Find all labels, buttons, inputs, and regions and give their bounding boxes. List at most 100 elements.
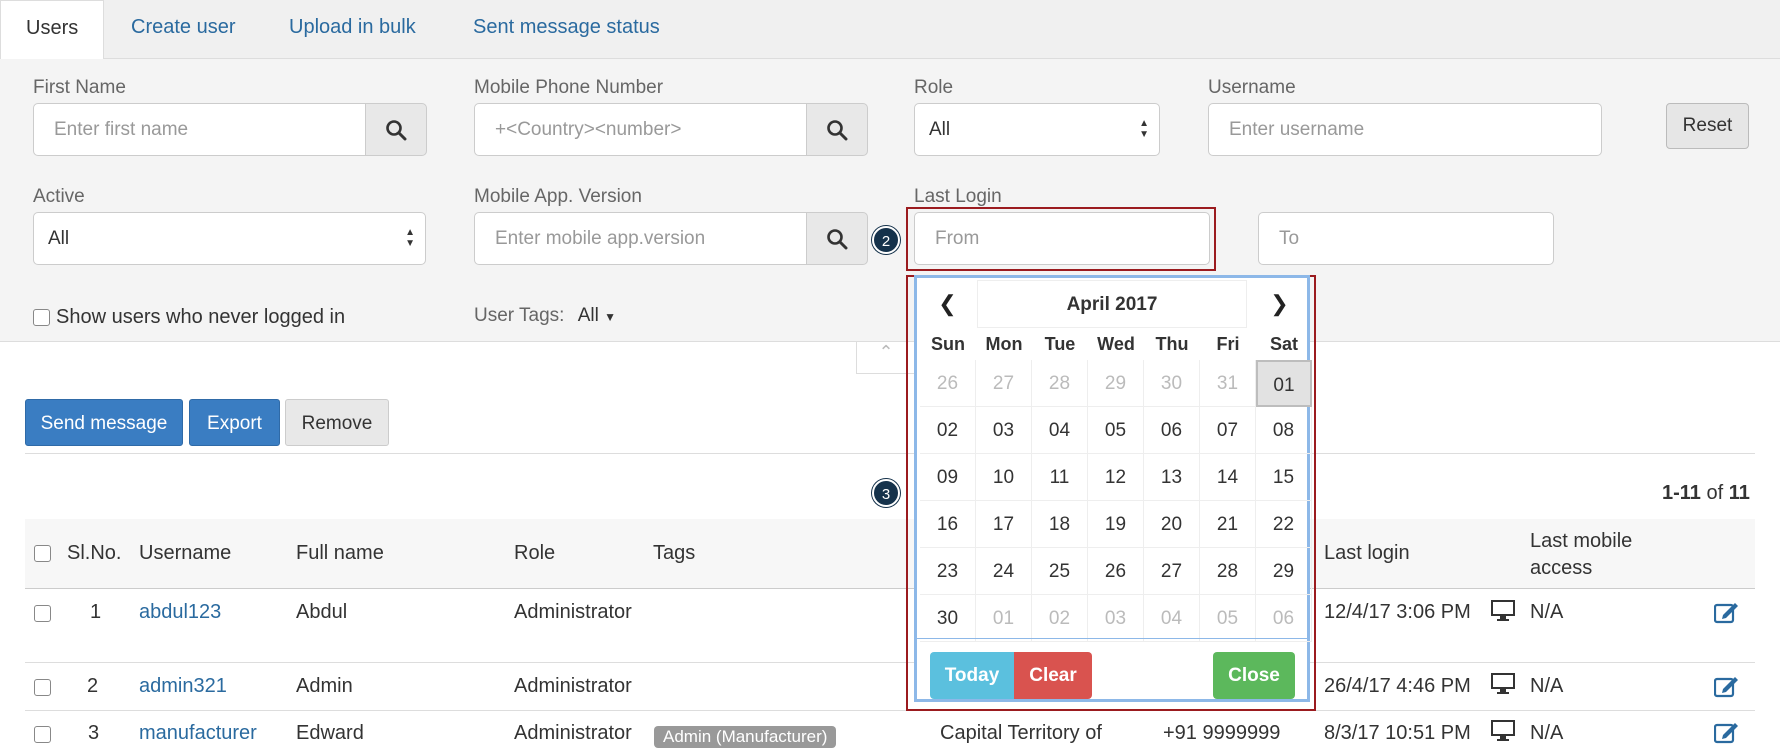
day-cell[interactable]: 24 <box>976 548 1032 595</box>
day-cell[interactable]: 29 <box>1256 548 1312 595</box>
mobile-phone-input[interactable]: +<Country><number> <box>474 103 808 156</box>
day-cell[interactable]: 21 <box>1200 501 1256 548</box>
header-last-mobile-line1: Last mobile <box>1530 530 1633 552</box>
week-row: 30 01 02 03 04 05 06 <box>920 595 1312 642</box>
day-cell[interactable]: 18 <box>1032 501 1088 548</box>
day-of-week-row: Sun Mon Tue Wed Thu Fri Sat <box>920 334 1312 355</box>
day-cell[interactable]: 28 <box>1200 548 1256 595</box>
day-cell[interactable]: 01 <box>976 595 1032 642</box>
week-row: 02 03 04 05 06 07 08 <box>920 407 1312 454</box>
day-cell-selected[interactable]: 01 <box>1256 360 1312 407</box>
day-cell[interactable]: 25 <box>1032 548 1088 595</box>
month-title[interactable]: April 2017 <box>977 280 1247 328</box>
day-cell[interactable]: 02 <box>920 407 976 454</box>
day-cell[interactable]: 26 <box>1088 548 1144 595</box>
day-cell[interactable]: 31 <box>1200 360 1256 407</box>
reset-button[interactable]: Reset <box>1666 103 1749 149</box>
day-cell[interactable]: 27 <box>976 360 1032 407</box>
role-select[interactable]: All ▲ ▼ <box>914 103 1160 156</box>
send-message-button[interactable]: Send message <box>25 399 183 446</box>
day-cell[interactable]: 27 <box>1144 548 1200 595</box>
day-cell[interactable]: 13 <box>1144 454 1200 501</box>
header-role[interactable]: Role <box>514 542 555 565</box>
day-cell[interactable]: 02 <box>1032 595 1088 642</box>
prev-month-button[interactable]: ❮ <box>920 280 975 328</box>
day-cell[interactable]: 10 <box>976 454 1032 501</box>
edit-icon[interactable] <box>1713 720 1740 750</box>
tab-sent-message-status[interactable]: Sent message status <box>473 0 660 59</box>
day-cell[interactable]: 05 <box>1200 595 1256 642</box>
never-logged-in-checkbox[interactable] <box>33 309 50 326</box>
pagination-info: 1-11 of 11 <box>1662 482 1750 505</box>
app-version-search-button[interactable] <box>806 212 868 265</box>
dow-label: Sun <box>931 334 965 354</box>
cell-location: Capital Territory of <box>940 722 1102 744</box>
last-login-from-input[interactable]: From <box>914 212 1210 265</box>
row-checkbox[interactable] <box>34 726 51 743</box>
first-name-search-button[interactable] <box>365 103 427 156</box>
week-row: 09 10 11 12 13 14 15 <box>920 454 1312 501</box>
last-login-to-input[interactable]: To <box>1258 212 1554 265</box>
next-month-button[interactable]: ❯ <box>1252 280 1307 328</box>
day-cell[interactable]: 06 <box>1144 407 1200 454</box>
active-select[interactable]: All ▲ ▼ <box>33 212 426 265</box>
day-cell[interactable]: 26 <box>920 360 976 407</box>
tab-upload-in-bulk[interactable]: Upload in bulk <box>289 0 416 59</box>
cell-username-link[interactable]: abdul123 <box>139 601 221 624</box>
user-tags-filter[interactable]: User Tags: All ▼ <box>474 305 616 327</box>
desktop-icon <box>1491 673 1515 701</box>
day-cell[interactable]: 29 <box>1088 360 1144 407</box>
day-cell[interactable]: 07 <box>1200 407 1256 454</box>
day-cell[interactable]: 12 <box>1088 454 1144 501</box>
header-fullname[interactable]: Full name <box>296 542 384 565</box>
day-cell[interactable]: 08 <box>1256 407 1312 454</box>
header-slno[interactable]: Sl.No. <box>67 542 121 565</box>
tab-create-user[interactable]: Create user <box>131 0 236 59</box>
day-cell[interactable]: 09 <box>920 454 976 501</box>
cell-username-link[interactable]: admin321 <box>139 675 227 698</box>
header-last-mobile-access[interactable]: Last mobile access <box>1530 528 1632 582</box>
day-cell[interactable]: 11 <box>1032 454 1088 501</box>
day-cell[interactable]: 03 <box>1088 595 1144 642</box>
export-button[interactable]: Export <box>189 399 280 446</box>
day-cell[interactable]: 30 <box>1144 360 1200 407</box>
day-cell[interactable]: 15 <box>1256 454 1312 501</box>
cell-username-link[interactable]: manufacturer <box>139 722 257 745</box>
close-button[interactable]: Close <box>1213 652 1295 699</box>
day-cell[interactable]: 19 <box>1088 501 1144 548</box>
mobile-phone-search-button[interactable] <box>806 103 868 156</box>
day-cell[interactable]: 16 <box>920 501 976 548</box>
row-checkbox[interactable] <box>34 605 51 622</box>
header-tags[interactable]: Tags <box>653 542 695 565</box>
edit-icon[interactable] <box>1713 674 1740 704</box>
today-button[interactable]: Today <box>930 652 1014 699</box>
edit-icon[interactable] <box>1713 600 1740 630</box>
clear-button[interactable]: Clear <box>1014 652 1092 699</box>
cell-role: Administrator <box>514 722 632 744</box>
day-cell[interactable]: 17 <box>976 501 1032 548</box>
cell-mobile-access: N/A <box>1530 722 1564 744</box>
first-name-input[interactable]: Enter first name <box>33 103 367 156</box>
day-cell[interactable]: 03 <box>976 407 1032 454</box>
header-username[interactable]: Username <box>139 542 231 565</box>
day-cell[interactable]: 14 <box>1200 454 1256 501</box>
remove-button[interactable]: Remove <box>285 399 389 446</box>
select-all-checkbox[interactable] <box>34 545 51 562</box>
day-cell[interactable]: 28 <box>1032 360 1088 407</box>
day-cell[interactable]: 06 <box>1256 595 1312 642</box>
search-icon <box>827 119 848 140</box>
dow-label: Tue <box>1044 334 1076 354</box>
day-cell[interactable]: 22 <box>1256 501 1312 548</box>
username-input[interactable]: Enter username <box>1208 103 1602 156</box>
cell-fullname: Abdul <box>296 601 348 623</box>
day-cell[interactable]: 20 <box>1144 501 1200 548</box>
day-cell[interactable]: 04 <box>1144 595 1200 642</box>
day-cell[interactable]: 05 <box>1088 407 1144 454</box>
row-checkbox[interactable] <box>34 679 51 696</box>
tab-users[interactable]: Users <box>0 0 105 60</box>
header-last-login[interactable]: Last login <box>1324 542 1410 565</box>
app-version-input[interactable]: Enter mobile app.version <box>474 212 808 265</box>
day-cell[interactable]: 23 <box>920 548 976 595</box>
day-cell[interactable]: 04 <box>1032 407 1088 454</box>
day-cell[interactable]: 30 <box>920 595 976 642</box>
